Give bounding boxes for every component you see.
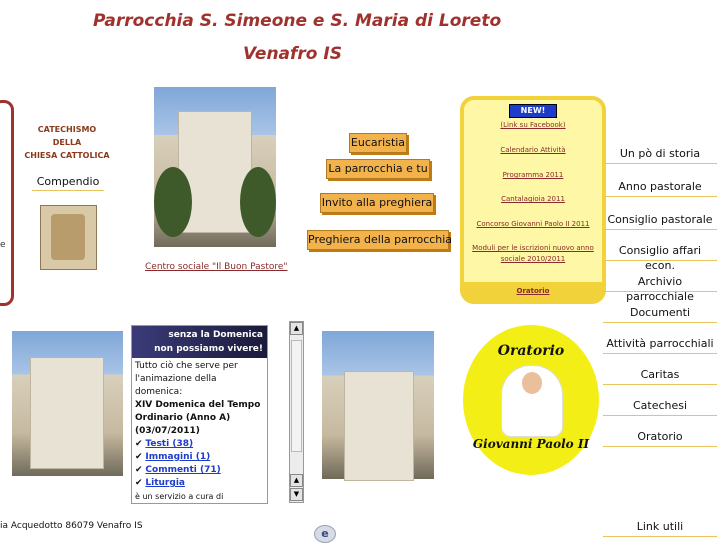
domenica-link-row: ✔ Testi (38): [135, 439, 194, 449]
domenica-link-row: ✔ Commenti (71): [135, 465, 221, 475]
domenica-link-row: ✔ Immagini (1): [135, 452, 211, 462]
domenica-date: (03/07/2011): [135, 426, 200, 436]
scroll-up-arrow-icon[interactable]: ▲: [290, 474, 303, 487]
pope-figure-icon: [501, 365, 563, 437]
menu-item-attivita[interactable]: Attività parrocchiali: [603, 336, 717, 354]
domenica-box: senza la Domenica non possiamo vivere! T…: [131, 325, 268, 504]
news-link-programma[interactable]: Programma 2011: [464, 171, 602, 179]
domenica-link-immagini[interactable]: Immagini (1): [145, 452, 210, 462]
domenica-link-testi[interactable]: Testi (38): [145, 439, 193, 449]
centro-sociale-link[interactable]: Centro sociale "Il Buon Pastore": [145, 262, 288, 272]
compendio-cover-image[interactable]: [40, 205, 97, 270]
oratorio-logo[interactable]: Oratorio Giovanni Paolo II: [463, 325, 599, 475]
left-edge-letter: e: [0, 240, 6, 250]
ie-e-icon[interactable]: e: [314, 525, 336, 543]
scroll-down-arrow-icon[interactable]: ▼: [290, 488, 303, 501]
menu-item-link-utili[interactable]: Link utili: [603, 519, 717, 537]
left-edge-panel[interactable]: [0, 100, 14, 306]
page-subtitle: Venafro IS: [243, 44, 342, 64]
oratorio-logo-bottom-text: Giovanni Paolo II: [472, 437, 590, 451]
parrocchia-e-tu-button[interactable]: La parrocchia e tu: [326, 159, 430, 179]
catechismo-line: DELLA: [52, 138, 82, 147]
page-title: Parrocchia S. Simeone e S. Maria di Lore…: [93, 11, 502, 31]
church-photo-bottom-center: [322, 331, 434, 481]
church-facade: [344, 371, 414, 481]
scroll-thumb[interactable]: [291, 340, 302, 452]
menu-item-consiglio-pastorale[interactable]: Consiglio pastorale: [603, 212, 717, 230]
compendio-link[interactable]: Compendio: [32, 175, 104, 191]
church-facade: [30, 357, 104, 469]
church-photo-top: [154, 87, 276, 247]
cover-figure: [51, 214, 85, 260]
domenica-tail: è un servizio a cura di: [135, 492, 224, 501]
menu-item-documenti[interactable]: Documenti: [603, 305, 717, 323]
footer-address: ia Acquedotto 86079 Venafro IS: [0, 521, 143, 531]
eucaristia-button[interactable]: Eucaristia: [349, 133, 407, 153]
menu-item-catechesi[interactable]: Catechesi: [603, 398, 717, 416]
domenica-header-line: non possiamo vivere!: [154, 344, 263, 354]
menu-item-archivio[interactable]: Archivio parrocchiale: [603, 274, 717, 303]
news-link-cantalagioia[interactable]: Cantalagioia 2011: [464, 195, 602, 203]
menu-item-caritas[interactable]: Caritas: [603, 367, 717, 385]
domenica-title: XIV Domenica del Tempo Ordinario (Anno A…: [135, 400, 261, 423]
church-photo-bottom-left: [12, 331, 123, 476]
domenica-header-line: senza la Domenica: [168, 330, 263, 340]
news-link-calendario[interactable]: Calendario Attività: [464, 146, 602, 154]
invito-preghiera-button[interactable]: Invito alla preghiera: [320, 193, 434, 213]
domenica-intro: Tutto ciò che serve per l'animazione del…: [135, 361, 238, 397]
preghiera-parrocchia-button[interactable]: Preghiera della parrocchia: [307, 230, 452, 250]
catechismo-heading[interactable]: CATECHISMO DELLA CHIESA CATTOLICA: [22, 123, 112, 162]
domenica-link-commenti[interactable]: Commenti (71): [145, 465, 220, 475]
new-badge: NEW!: [509, 104, 557, 118]
facebook-link[interactable]: (Link su Facebook): [464, 121, 602, 129]
news-box: NEW! (Link su Facebook) Calendario Attiv…: [460, 96, 606, 304]
catechismo-line: CHIESA CATTOLICA: [24, 151, 110, 160]
pope-face: [522, 372, 542, 394]
domenica-scrollbar[interactable]: ▲ ▲ ▼: [289, 321, 304, 503]
news-link-concorso[interactable]: Concorso Giovanni Paolo II 2011: [464, 220, 602, 228]
domenica-link-liturgia[interactable]: Liturgia: [145, 478, 185, 488]
tree-left: [154, 167, 192, 237]
domenica-link-row: ✔ Liturgia: [135, 478, 185, 488]
domenica-body: Tutto ciò che serve per l'animazione del…: [132, 358, 267, 503]
news-oratorio-link[interactable]: Oratorio: [464, 282, 602, 300]
catechismo-line: CATECHISMO: [37, 125, 97, 134]
menu-item-anno-pastorale[interactable]: Anno pastorale: [603, 179, 717, 197]
oratorio-logo-top-text: Oratorio: [497, 343, 565, 359]
news-link-moduli[interactable]: Moduli per le iscrizioni nuovo anno soci…: [464, 243, 602, 265]
tree-right: [240, 167, 276, 237]
domenica-header: senza la Domenica non possiamo vivere!: [132, 326, 267, 358]
menu-item-storia[interactable]: Un pò di storia: [603, 146, 717, 164]
menu-item-consiglio-affari[interactable]: Consiglio affari econ.: [603, 243, 717, 272]
scroll-up-arrow-icon[interactable]: ▲: [290, 322, 303, 335]
menu-item-oratorio[interactable]: Oratorio: [603, 429, 717, 447]
